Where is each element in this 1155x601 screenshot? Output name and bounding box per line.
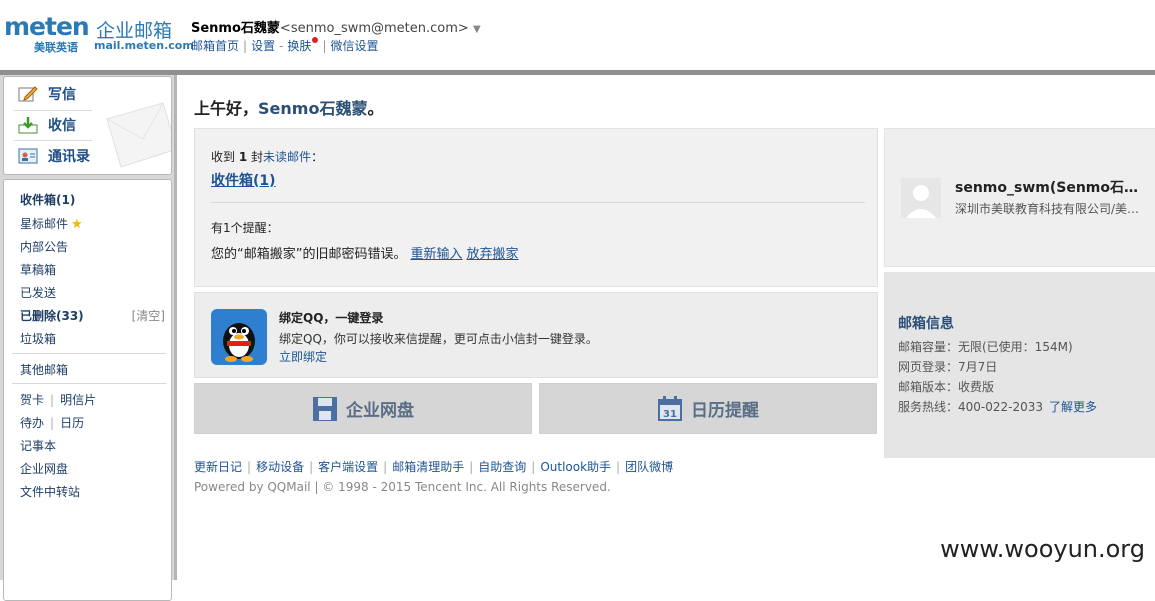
envelope-decoration-icon — [106, 102, 171, 168]
profile-organization: 深圳市美联教育科技有限公司/美联英语 — [955, 202, 1145, 216]
folder-starred-label: 星标邮件 — [20, 217, 69, 231]
profile-card: senmo_swm(Senmo石魏蒙) 深圳市美联教育科技有限公司/美联英语 — [884, 128, 1155, 267]
footer-link-weibo[interactable]: 团队微博 — [625, 460, 673, 474]
reenter-password-link[interactable]: 重新输入 — [410, 247, 462, 262]
nav-mailbox-home[interactable]: 邮箱首页 — [191, 39, 239, 53]
quick-actions: 写信 收信 通讯录 — [3, 76, 172, 175]
calendar-icon-day: 31 — [663, 409, 677, 420]
folder-inbox[interactable]: 收件箱(1) — [20, 191, 75, 208]
folder-drafts[interactable]: 草稿箱 — [20, 261, 56, 278]
folder-list: 收件箱(1) 星标邮件 ★ 内部公告 草稿箱 已发送 已删除(33) [清空] 垃… — [3, 179, 172, 601]
sidebar-edge — [174, 75, 177, 580]
tool-netdisk[interactable]: 企业网盘 — [20, 460, 68, 477]
last-web-login: 网页登录：7月7日 — [898, 360, 998, 374]
divider — [14, 110, 92, 111]
pencil-icon — [18, 86, 38, 102]
footer-link-client-settings[interactable]: 客户端设置 — [318, 460, 378, 474]
folder-deleted[interactable]: 已删除(33) — [20, 307, 84, 324]
unread-count: 1 — [238, 150, 248, 164]
inbox-download-icon — [18, 117, 38, 134]
reminder-title: 有1个提醒： — [211, 221, 279, 235]
tools-row-cards: 贺卡 | 明信片 — [20, 393, 97, 407]
unread-mail-label: 未读邮件 — [263, 150, 312, 164]
new-dot-icon — [312, 37, 319, 43]
mailbox-capacity: 邮箱容量：无限(已使用：154M) — [898, 340, 1073, 354]
divider — [14, 140, 92, 141]
mailbox-info-panel: 邮箱信息 邮箱容量：无限(已使用：154M) 网页登录：7月7日 邮箱版本：收费… — [884, 272, 1155, 458]
divider — [12, 383, 166, 384]
footer-link-mobile[interactable]: 移动设备 — [256, 460, 304, 474]
reminder-message: 您的“邮箱搬家”的旧邮密码错误。 重新输入 放弃搬家 — [211, 247, 519, 262]
footer-link-changelog[interactable]: 更新日记 — [194, 460, 242, 474]
nav-settings[interactable]: 设置 — [251, 39, 275, 53]
watermark: www.wooyun.org — [940, 535, 1145, 563]
avatar[interactable] — [901, 178, 941, 218]
tool-greeting-card[interactable]: 贺卡 — [20, 393, 44, 407]
bind-now-link[interactable]: 立即绑定 — [279, 348, 327, 365]
footer-link-self-query[interactable]: 自助查询 — [478, 460, 526, 474]
tool-todo[interactable]: 待办 — [20, 416, 44, 430]
folder-starred[interactable]: 星标邮件 ★ — [20, 215, 83, 232]
greeting-user-name: Senmo石魏蒙 — [258, 99, 368, 118]
nav-skin[interactable]: 换肤 — [287, 39, 311, 53]
receive-button[interactable]: 收信 — [18, 112, 76, 138]
copyright: Powered by QQMail | © 1998 - 2015 Tencen… — [194, 480, 611, 494]
nav-wechat-settings[interactable]: 微信设置 — [330, 39, 378, 53]
folder-other-mailbox[interactable]: 其他邮箱 — [20, 361, 68, 378]
mail-summary-panel: 收到 1 封未读邮件： 收件箱(1) 有1个提醒： 您的“邮箱搬家”的旧邮密码错… — [194, 128, 878, 287]
received-summary: 收到 1 封未读邮件： — [211, 150, 324, 164]
mailbox-info-title: 邮箱信息 — [898, 316, 954, 332]
user-name: Senmo石魏蒙 — [191, 21, 280, 36]
service-hotline: 服务热线：400-022-2033 了解更多 — [898, 400, 1098, 414]
calendar-button-label: 日历提醒 — [691, 401, 759, 421]
footer-links: 更新日记 | 移动设备 | 客户端设置 | 邮箱清理助手 | 自助查询 | Outlook助手 | 团队… — [194, 460, 674, 474]
address-book-icon — [18, 148, 38, 164]
contacts-label: 通讯录 — [48, 149, 90, 165]
divider — [12, 353, 166, 354]
inbox-link[interactable]: 收件箱(1) — [211, 170, 276, 190]
tool-file-transfer[interactable]: 文件中转站 — [20, 483, 80, 500]
tools-row-todo: 待办 | 日历 — [20, 416, 85, 430]
bind-qq-panel: 绑定QQ，一键登录 绑定QQ，你可以接收来信提醒，更可点击小信封一键登录。 立即… — [194, 292, 878, 378]
page-greeting: 上午好，Senmo石魏蒙。 — [194, 99, 384, 118]
account-info[interactable]: Senmo石魏蒙<senmo_swm@meten.com> ▼ — [191, 17, 481, 36]
logo-subtitle-cn: 美联英语 — [34, 41, 78, 54]
meten-logo[interactable]: meten 企业邮箱 美联英语 mail.meten.com — [4, 10, 194, 56]
chevron-down-icon[interactable]: ▼ — [473, 24, 481, 35]
folder-announcement[interactable]: 内部公告 — [20, 238, 68, 255]
contacts-button[interactable]: 通讯录 — [18, 143, 90, 169]
star-icon: ★ — [71, 217, 83, 232]
calendar-icon: 31 — [658, 395, 682, 421]
header: meten 企业邮箱 美联英语 mail.meten.com Senmo石魏蒙<… — [0, 0, 1155, 70]
empty-trash-link[interactable]: [清空] — [132, 307, 165, 324]
logo-domain: mail.meten.com — [94, 39, 194, 52]
receive-label: 收信 — [48, 118, 76, 134]
floppy-disk-icon — [313, 396, 337, 421]
logo-wordmark: meten — [4, 12, 90, 41]
sidebar: 写信 收信 通讯录 收件箱(1) 星标邮件 ★ 内部公告 草稿箱 已发送 已删除(… — [0, 75, 174, 601]
tool-postcard[interactable]: 明信片 — [60, 393, 96, 407]
learn-more-link[interactable]: 了解更多 — [1049, 400, 1097, 414]
bind-qq-description: 绑定QQ，你可以接收来信提醒，更可点击小信封一键登录。 — [279, 332, 598, 346]
profile-name: senmo_swm(Senmo石魏蒙) — [955, 180, 1145, 196]
abandon-migration-link[interactable]: 放弃搬家 — [467, 247, 519, 262]
tool-notes[interactable]: 记事本 — [20, 437, 56, 454]
folder-sent[interactable]: 已发送 — [20, 284, 56, 301]
mailbox-version: 邮箱版本：收费版 — [898, 380, 995, 394]
compose-button[interactable]: 写信 — [18, 81, 76, 107]
bind-qq-title: 绑定QQ，一键登录 — [279, 311, 384, 325]
top-nav: 邮箱首页 | 设置 - 换肤 | 微信设置 — [191, 37, 379, 53]
user-email: <senmo_swm@meten.com> — [279, 21, 469, 36]
divider — [211, 202, 865, 203]
folder-spam[interactable]: 垃圾箱 — [20, 330, 56, 347]
netdisk-button-label: 企业网盘 — [346, 401, 414, 421]
footer-link-outlook[interactable]: Outlook助手 — [540, 460, 611, 474]
netdisk-button[interactable]: 企业网盘 — [194, 383, 532, 434]
qq-penguin-icon — [211, 309, 267, 365]
footer-link-cleanup[interactable]: 邮箱清理助手 — [392, 460, 464, 474]
tool-calendar[interactable]: 日历 — [60, 416, 84, 430]
calendar-reminder-button[interactable]: 31 日历提醒 — [539, 383, 877, 434]
compose-label: 写信 — [48, 87, 76, 103]
